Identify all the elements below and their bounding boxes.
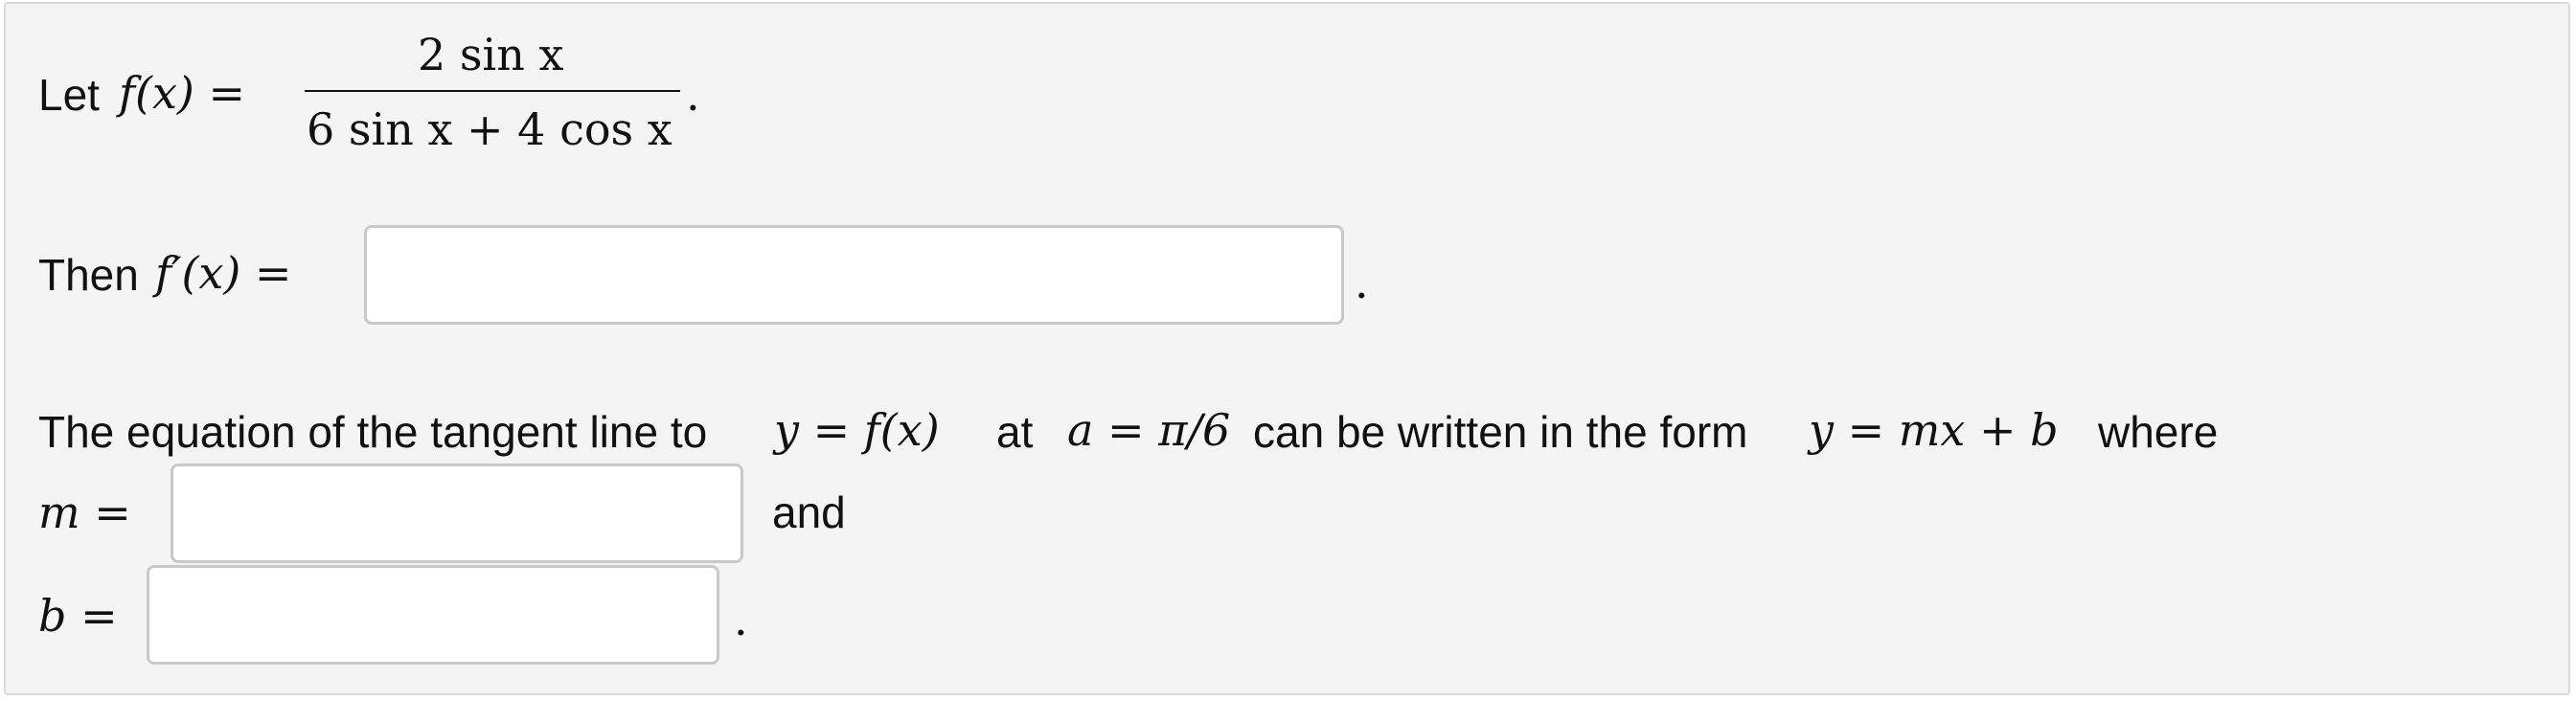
then-label: Then — [38, 250, 139, 300]
function-definition-lhs: f(x) = — [119, 67, 246, 119]
where-label: where — [2098, 407, 2219, 457]
fraction-denominator: 6 sin x + 4 cos x — [307, 103, 672, 155]
line-form: y = mx + b — [1809, 404, 2059, 456]
intercept-answer-input[interactable] — [147, 565, 719, 665]
and-label: and — [772, 487, 846, 537]
y-equals-fx: y = f(x) — [774, 404, 940, 456]
m-label: m = — [38, 486, 131, 538]
fraction-numerator: 2 sin x — [418, 29, 564, 80]
b-label: b = — [38, 590, 118, 642]
period-3: . — [734, 594, 748, 645]
tangent-sentence-part2: can be written in the form — [1253, 407, 1748, 457]
let-label: Let — [38, 70, 100, 120]
period-1: . — [686, 69, 700, 121]
derivative-lhs: f′(x) = — [155, 247, 292, 299]
at-label: at — [996, 407, 1034, 457]
a-equals-value: a = π/6 — [1067, 404, 1231, 456]
fraction-bar — [305, 90, 680, 92]
derivative-answer-input[interactable] — [364, 225, 1344, 325]
tangent-sentence-part1: The equation of the tangent line to — [38, 407, 708, 457]
period-2: . — [1355, 257, 1369, 308]
slope-answer-input[interactable] — [171, 464, 743, 563]
